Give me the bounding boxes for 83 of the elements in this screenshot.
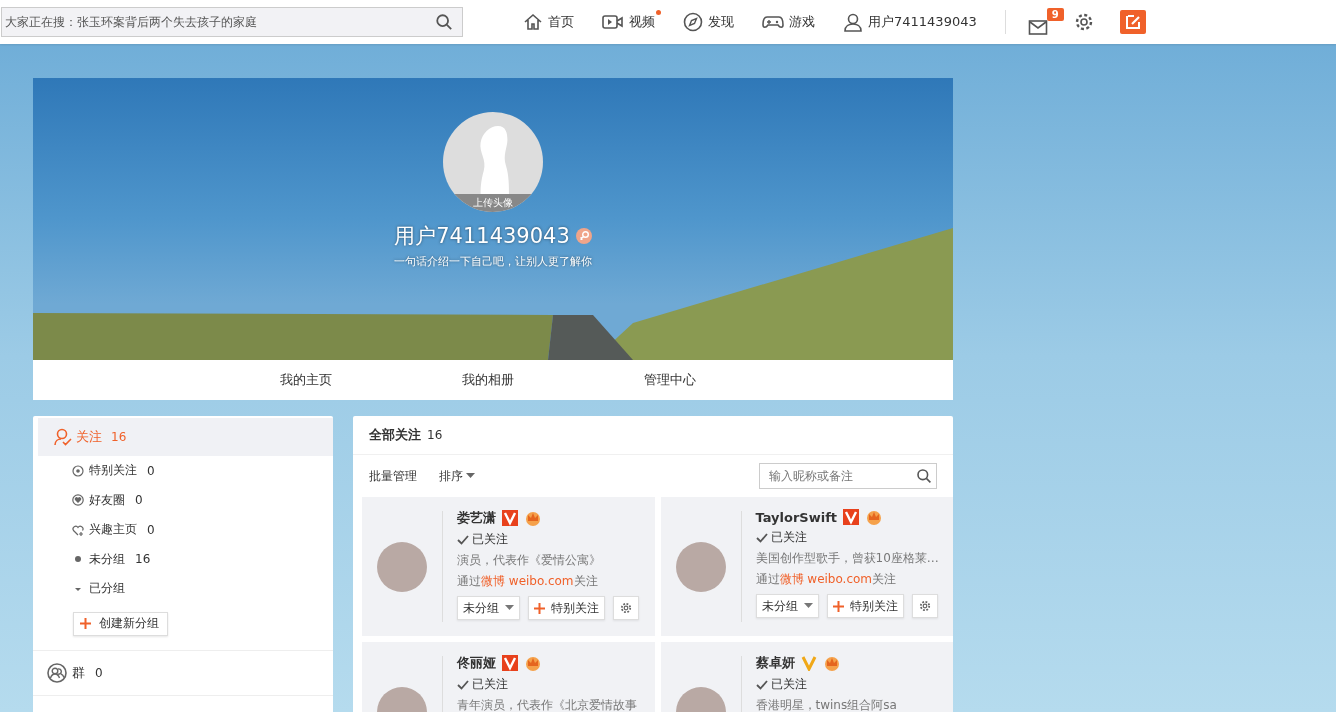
- following-status: 已关注: [755, 676, 897, 693]
- followee-name[interactable]: 蔡卓妍: [755, 654, 795, 672]
- nav-link[interactable]: 游戏: [762, 8, 821, 36]
- profile-tab[interactable]: 管理中心: [644, 371, 696, 389]
- follow-source: 通过微博 weibo.com关注: [457, 573, 599, 590]
- group-menu-item[interactable]: 已分组: [33, 574, 333, 604]
- envelope-icon: [1027, 18, 1048, 36]
- groups-menu-item[interactable]: 群 0: [33, 650, 333, 695]
- settings-button[interactable]: [911, 594, 938, 618]
- plus-icon: [534, 602, 545, 614]
- panel-title: 全部关注: [369, 426, 421, 444]
- avatar-upload[interactable]: 上传头像: [443, 112, 543, 212]
- crown-icon: [822, 655, 841, 671]
- notification-dot: [656, 10, 661, 15]
- profile-tab[interactable]: 我的主页: [280, 371, 332, 389]
- plus-icon: [832, 600, 844, 612]
- caret-icon: [803, 603, 813, 609]
- settings-icon: [620, 602, 632, 614]
- search-field[interactable]: 大家正在搜：张玉环案背后两个失去孩子的家庭: [1, 7, 463, 37]
- group-menu-item[interactable]: 兴趣主页 0: [33, 515, 333, 545]
- following-status: 已关注: [457, 676, 637, 693]
- nav-link[interactable]: 视频: [602, 8, 661, 36]
- nav-link[interactable]: 发现: [683, 8, 740, 36]
- nav-link[interactable]: 首页: [523, 8, 580, 36]
- group-menu-item[interactable]: 未分组 16: [33, 544, 333, 574]
- batch-manage-link[interactable]: 批量管理: [369, 467, 417, 485]
- group-menu-item[interactable]: 特别关注 0: [33, 456, 333, 486]
- group-icon: [47, 662, 67, 683]
- user-icon: [843, 12, 863, 32]
- follow-count: 16: [427, 428, 443, 442]
- verified-v-icon: [800, 655, 817, 671]
- followee-bio: 美国创作型歌手，曾获10座格莱…: [755, 550, 939, 567]
- nav-link[interactable]: 用户7411439043: [843, 8, 983, 36]
- unread-count: 9: [1046, 8, 1064, 21]
- heart-icon: [72, 494, 84, 507]
- checkmark-icon: [755, 532, 768, 543]
- settings-icon: [918, 600, 931, 612]
- home-icon: [523, 12, 543, 32]
- follow-source: 通过微博 weibo.com关注: [755, 571, 898, 588]
- caret-icon: [505, 605, 514, 611]
- group-select[interactable]: 未分组: [457, 596, 520, 620]
- compass-icon: [683, 12, 703, 32]
- profile-tab[interactable]: 我的相册: [462, 371, 514, 389]
- followee-bio: 演员，代表作《爱情公寓》: [457, 552, 602, 569]
- heart-plus-icon: [72, 523, 84, 536]
- following-status: 已关注: [457, 531, 639, 548]
- compose-icon[interactable]: [1119, 10, 1146, 34]
- nickname-search-field[interactable]: 输入昵称或备注: [759, 463, 937, 489]
- checkmark-icon: [457, 534, 469, 545]
- checkmark-icon: [755, 679, 768, 690]
- group-menu-item[interactable]: 好友圈 0: [33, 485, 333, 515]
- followee-name[interactable]: 佟丽娅: [457, 654, 496, 672]
- followee-bio: 香港明星，twins组合阿sa: [755, 697, 897, 712]
- profile-name: 用户7411439043: [394, 223, 570, 250]
- search-icon[interactable]: [916, 468, 932, 484]
- target-icon: [72, 464, 84, 477]
- silhouette-icon: [479, 126, 509, 196]
- crown-icon: [865, 509, 884, 525]
- video-camera-icon: [602, 12, 624, 32]
- create-group-button[interactable]: 创建新分组: [73, 611, 168, 636]
- caret-icon: [466, 473, 475, 479]
- group-select[interactable]: 未分组: [755, 594, 819, 618]
- user-check-icon: [54, 428, 72, 446]
- profile-bio: 一句话介绍一下自己吧，让别人更了解你: [394, 254, 592, 269]
- settings-button[interactable]: [613, 596, 639, 620]
- special-follow-button[interactable]: 特别关注: [528, 596, 605, 620]
- settings-icon[interactable]: [1073, 12, 1094, 32]
- followee-name[interactable]: 娄艺潇: [457, 509, 496, 527]
- verified-badge-icon: [502, 510, 518, 526]
- crown-icon: [524, 510, 542, 526]
- following-status: 已关注: [755, 529, 939, 546]
- plus-icon: [80, 618, 91, 629]
- special-follow-button[interactable]: 特别关注: [826, 594, 904, 618]
- sort-dropdown[interactable]: 排序: [439, 467, 475, 485]
- followee-name[interactable]: TaylorSwift: [755, 509, 838, 525]
- followee-bio: 青年演员，代表作《北京爱情故事: [457, 697, 637, 712]
- checkmark-icon: [457, 679, 469, 690]
- search-icon[interactable]: [435, 13, 453, 31]
- verified-badge-icon: [843, 509, 860, 525]
- avatar-placeholder: [377, 541, 427, 592]
- female-icon: [575, 228, 592, 244]
- verified-badge-icon: [502, 655, 518, 671]
- crown-icon: [524, 655, 542, 671]
